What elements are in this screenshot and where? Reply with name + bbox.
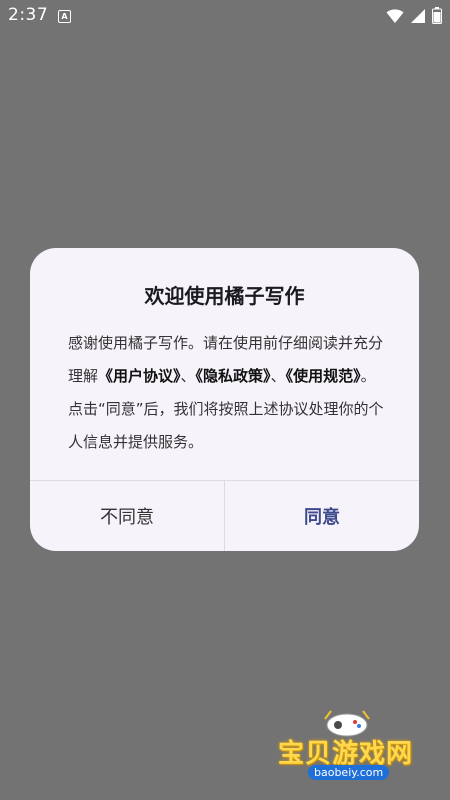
notification-a-icon: A xyxy=(58,10,71,23)
privacy-policy-link[interactable]: 《隐私政策》 xyxy=(196,367,271,385)
status-time: 2:37 xyxy=(8,5,49,25)
watermark: 宝贝游戏网 baobeiy.com xyxy=(272,705,422,785)
status-bar: 2:37 A xyxy=(0,0,450,32)
agree-button[interactable]: 同意 xyxy=(225,481,419,551)
watermark-domain: baobeiy.com xyxy=(308,765,390,780)
dialog-body: 感谢使用橘子写作。请在使用前仔细阅读并充分理解《用户协议》、《隐私政策》、《使用… xyxy=(68,327,386,459)
dialog-title: 欢迎使用橘子写作 xyxy=(144,284,305,308)
user-agreement-link[interactable]: 《用户协议》 xyxy=(98,367,181,385)
usage-rules-link[interactable]: 《使用规范》 xyxy=(286,367,361,385)
signal-icon xyxy=(410,8,426,28)
privacy-dialog: 欢迎使用橘子写作 感谢使用橘子写作。请在使用前仔细阅读并充分理解《用户协议》、《… xyxy=(30,248,419,551)
disagree-button[interactable]: 不同意 xyxy=(30,481,224,551)
wifi-icon xyxy=(386,8,404,28)
screen: 2:37 A 欢迎使用橘子写作 感谢使用橘子写作。请在使用前仔细阅读并充分理解《… xyxy=(0,0,450,800)
battery-icon xyxy=(432,7,442,28)
status-icons xyxy=(386,7,442,28)
separator: 、 xyxy=(180,367,196,385)
separator: 、 xyxy=(270,367,286,385)
